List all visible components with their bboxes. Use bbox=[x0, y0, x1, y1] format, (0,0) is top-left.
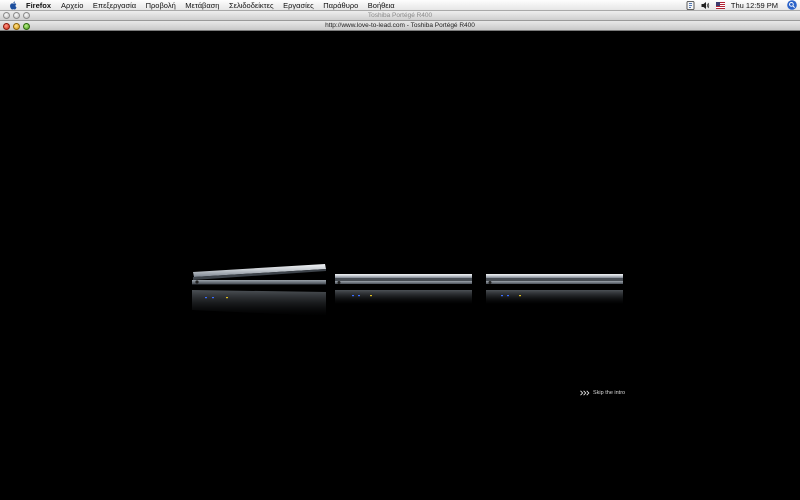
menu-view[interactable]: Προβολή bbox=[146, 1, 176, 10]
volume-icon[interactable] bbox=[701, 1, 710, 10]
menu-clock[interactable]: Thu 12:59 PM bbox=[731, 1, 778, 10]
apple-logo-icon[interactable] bbox=[9, 0, 17, 10]
laptop-closed-3 bbox=[486, 274, 623, 304]
script-menu-icon[interactable] bbox=[686, 0, 695, 10]
intro-page: Skip the intro bbox=[0, 31, 800, 500]
popup-window-titlebar: http://www.love-to-lead.com - Toshiba Po… bbox=[0, 21, 800, 31]
page-title: http://www.love-to-lead.com - Toshiba Po… bbox=[325, 22, 475, 29]
laptop-animation bbox=[192, 264, 623, 316]
triple-chevron-right-icon bbox=[580, 390, 590, 396]
menu-app-firefox[interactable]: Firefox bbox=[26, 1, 51, 10]
menu-file[interactable]: Αρχείο bbox=[61, 1, 83, 10]
skip-intro-label: Skip the intro bbox=[593, 390, 626, 396]
laptop-closed-2 bbox=[335, 274, 472, 304]
menu-tools[interactable]: Εργασίες bbox=[283, 1, 314, 10]
spotlight-search-icon[interactable] bbox=[786, 0, 797, 11]
menu-window[interactable]: Παράθυρο bbox=[323, 1, 358, 10]
us-flag-input-icon[interactable] bbox=[715, 1, 725, 10]
menu-go[interactable]: Μετάβαση bbox=[185, 1, 219, 10]
menu-bar: Firefox Αρχείο Επεξεργασία Προβολή Μετάβ… bbox=[0, 0, 800, 11]
menu-extras: Thu 12:59 PM bbox=[686, 0, 800, 11]
menu-help[interactable]: Βοήθεια bbox=[368, 1, 395, 10]
menu-bookmarks[interactable]: Σελιδοδείκτες bbox=[229, 1, 274, 10]
skip-intro-link[interactable]: Skip the intro bbox=[580, 390, 625, 396]
menu-edit[interactable]: Επεξεργασία bbox=[93, 1, 136, 10]
window-title: Toshiba Portégé R400 bbox=[367, 12, 433, 19]
background-window-titlebar: Toshiba Portégé R400 bbox=[0, 11, 800, 21]
laptop-opening-1 bbox=[192, 264, 326, 316]
